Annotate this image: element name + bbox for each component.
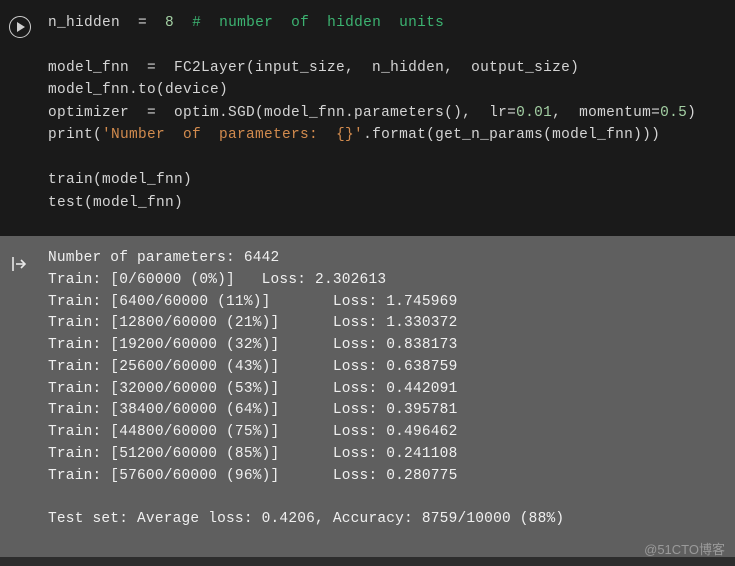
bracket-arrow-icon <box>11 256 29 272</box>
output-line: Number of parameters: 6442 <box>48 250 279 266</box>
code-token: .format(get_n_params(model_fnn))) <box>363 127 660 143</box>
output-line: Train: [19200/60000 (32%)] Loss: 0.83817… <box>48 337 457 353</box>
code-token: n_hidden <box>48 15 120 31</box>
code-token: optim.SGD(model_fnn.parameters(), lr= <box>174 105 516 121</box>
output-line: Train: [57600/60000 (96%)] Loss: 0.28077… <box>48 468 457 484</box>
code-token: model_fnn <box>48 60 129 76</box>
code-token: train(model_fnn) <box>48 172 192 188</box>
code-token: model_fnn.to(device) <box>48 82 228 98</box>
code-gutter <box>0 6 40 38</box>
code-token: , momentum= <box>552 105 660 121</box>
code-token: = <box>129 105 174 121</box>
output-line: Train: [6400/60000 (11%)] Loss: 1.745969 <box>48 294 457 310</box>
code-token: optimizer <box>48 105 129 121</box>
code-token: = <box>120 15 165 31</box>
play-icon <box>16 22 25 32</box>
code-token: 0.5 <box>660 105 687 121</box>
code-token: print( <box>48 127 102 143</box>
output-line: Train: [25600/60000 (43%)] Loss: 0.63875… <box>48 359 457 375</box>
code-token: 0.01 <box>516 105 552 121</box>
code-editor[interactable]: n_hidden = 8 # number of hidden units mo… <box>40 6 704 220</box>
output-cell: Number of parameters: 6442 Train: [0/600… <box>0 236 735 557</box>
output-line: Train: [44800/60000 (75%)] Loss: 0.49646… <box>48 424 457 440</box>
code-token <box>174 15 192 31</box>
code-comment: # number of hidden units <box>192 15 444 31</box>
code-string: 'Number of parameters: {}' <box>102 127 363 143</box>
output-line: Train: [12800/60000 (21%)] Loss: 1.33037… <box>48 315 457 331</box>
output-expand-button[interactable] <box>11 256 29 272</box>
output-text: Number of parameters: 6442 Train: [0/600… <box>40 246 572 533</box>
code-token: 8 <box>165 15 174 31</box>
output-line: Train: [32000/60000 (53%)] Loss: 0.44209… <box>48 381 457 397</box>
code-token: test(model_fnn) <box>48 195 183 211</box>
output-gutter <box>0 246 40 272</box>
run-cell-button[interactable] <box>9 16 31 38</box>
output-line: Train: [51200/60000 (85%)] Loss: 0.24110… <box>48 446 457 462</box>
output-line: Test set: Average loss: 0.4206, Accuracy… <box>48 511 564 527</box>
code-token: ) <box>687 105 696 121</box>
code-cell: n_hidden = 8 # number of hidden units mo… <box>0 0 735 236</box>
code-token: FC2Layer(input_size, n_hidden, output_si… <box>174 60 579 76</box>
output-line: Train: [38400/60000 (64%)] Loss: 0.39578… <box>48 402 457 418</box>
watermark: @51CTO博客 <box>644 540 725 560</box>
output-line: Train: [0/60000 (0%)] Loss: 2.302613 <box>48 272 386 288</box>
code-token: = <box>129 60 174 76</box>
